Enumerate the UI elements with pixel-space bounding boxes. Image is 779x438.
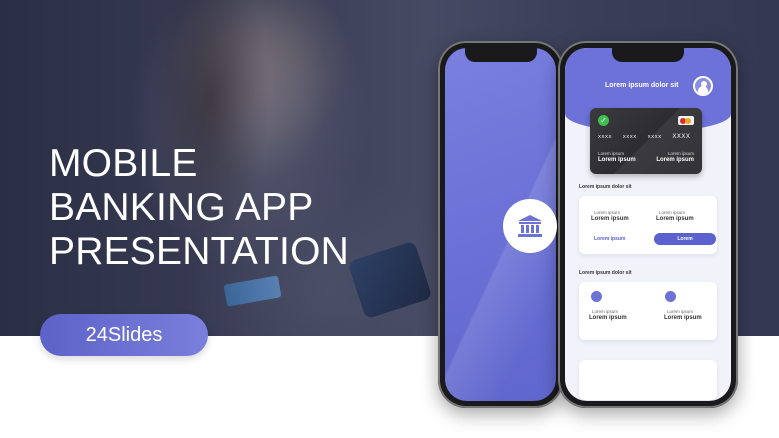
s2-col2-value: Lorem ipsum <box>664 315 702 321</box>
section1-link[interactable]: Lorem ipsum <box>594 236 625 242</box>
user-avatar-icon[interactable] <box>693 76 713 96</box>
card-number-group: XXXX <box>622 134 637 139</box>
s1-col2-value: Lorem ipsum <box>656 216 694 222</box>
card-left-value: Lorem ipsum <box>598 157 636 163</box>
s1-col1-label: Lorem ipsum <box>594 210 621 215</box>
mastercard-icon <box>678 116 694 125</box>
section2-label: Lorem ipsum dolor sit <box>579 270 632 276</box>
card-number-group: XXXX <box>647 134 662 139</box>
s2-col1-dot-icon <box>591 291 602 302</box>
bank-icon <box>518 215 542 237</box>
brand-logo-text: 24Slides <box>85 323 163 346</box>
bank-icon-circle[interactable] <box>503 199 557 253</box>
phone-notch <box>464 48 537 62</box>
card-number-group: XXXX <box>598 134 613 139</box>
title-line-3: PRESENTATION <box>49 230 349 273</box>
s1-col1-value: Lorem ipsum <box>591 216 629 222</box>
phone-in-hand <box>347 240 433 320</box>
s1-col2-label: Lorem ipsum <box>659 210 686 215</box>
check-icon: ✓ <box>598 115 609 126</box>
phone-right-screen: Lorem ipsum dolor sit ✓ XXXX XXXX XXXX X… <box>565 48 731 401</box>
s2-col2-dot-icon <box>665 291 676 302</box>
section2-panel: Lorem ipsum Lorem ipsum Lorem ipsum Lore… <box>579 282 717 340</box>
section3-panel <box>579 360 717 400</box>
title-line-2: BANKING APP <box>49 186 314 229</box>
slide-title: MOBILE BANKING APP PRESENTATION <box>49 142 349 274</box>
phone-right: Lorem ipsum dolor sit ✓ XXXX XXXX XXXX X… <box>558 41 738 408</box>
card-left-label: Lorem ipsum <box>598 151 625 156</box>
title-line-1: MOBILE <box>49 142 198 185</box>
app-header-title: Lorem ipsum dolor sit <box>605 82 679 89</box>
s2-col1-value: Lorem ipsum <box>589 315 627 321</box>
brand-logo-pill[interactable]: 24Slides <box>40 314 208 356</box>
card-number-group: XXXX <box>672 134 691 140</box>
s2-col2-label: Lorem ipsum <box>667 309 694 314</box>
section1-button[interactable]: Lorem <box>654 233 716 245</box>
slide: MOBILE BANKING APP PRESENTATION 24Slides… <box>0 0 779 438</box>
s2-col1-label: Lorem ipsum <box>592 309 619 314</box>
card-right-label: Lorem ipsum <box>667 151 694 156</box>
phone-notch <box>612 48 684 62</box>
bank-card[interactable]: ✓ XXXX XXXX XXXX XXXX Lorem ipsum Lorem … <box>590 108 702 174</box>
card-right-value: Lorem ipsum <box>656 157 694 163</box>
section1-label: Lorem ipsum dolor sit <box>579 184 632 190</box>
section1-panel: Lorem ipsum Lorem ipsum Lorem ipsum Lore… <box>579 196 717 254</box>
card-number: XXXX XXXX XXXX XXXX <box>598 134 699 140</box>
